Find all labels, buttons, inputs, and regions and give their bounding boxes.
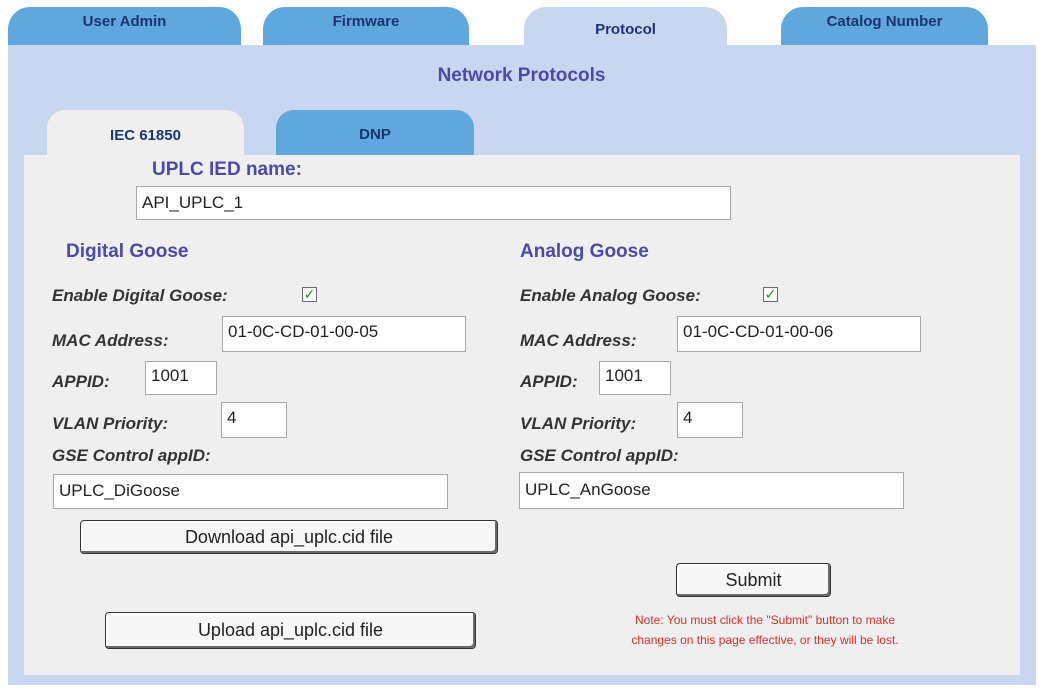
digital-mac-input[interactable]: 01-0C-CD-01-00-05 [222,316,466,352]
enable-analog-goose-checkbox[interactable]: ✓ [763,287,778,302]
tab-user-admin[interactable]: User Admin [8,7,241,45]
ied-name-input[interactable]: API_UPLC_1 [136,186,731,220]
digital-gse-input[interactable]: UPLC_DiGoose [53,474,448,509]
submit-button[interactable]: Submit [676,563,831,597]
analog-mac-label: MAC Address: [520,331,637,350]
analog-gse-input[interactable]: UPLC_AnGoose [519,472,904,509]
submit-note-line-1: Note: You must click the "Submit" button… [635,613,895,627]
tab-catalog-number[interactable]: Catalog Number [781,7,988,45]
digital-vlan-input[interactable]: 4 [221,402,287,438]
tab-firmware[interactable]: Firmware [263,7,469,45]
analog-appid-input[interactable]: 1001 [599,361,671,395]
section-title: Network Protocols [437,65,606,86]
download-cid-button[interactable]: Download api_uplc.cid file [80,520,498,554]
analog-goose-heading: Analog Goose [520,241,649,262]
digital-gse-label: GSE Control appID: [52,446,211,465]
enable-digital-goose-label: Enable Digital Goose: [52,286,228,305]
subtab-dnp[interactable]: DNP [276,110,474,155]
analog-vlan-input[interactable]: 4 [677,402,743,438]
enable-digital-goose-checkbox[interactable]: ✓ [302,287,317,302]
tab-protocol[interactable]: Protocol [524,7,727,52]
analog-mac-input[interactable]: 01-0C-CD-01-00-06 [677,316,921,352]
upload-cid-button[interactable]: Upload api_uplc.cid file [105,612,476,649]
analog-vlan-label: VLAN Priority: [520,414,637,433]
submit-note: Note: You must click the "Submit" button… [540,610,990,650]
digital-appid-input[interactable]: 1001 [145,361,217,395]
digital-mac-label: MAC Address: [52,331,169,350]
enable-analog-goose-label: Enable Analog Goose: [520,286,701,305]
ied-name-label: UPLC IED name: [152,159,302,180]
analog-gse-label: GSE Control appID: [520,446,679,465]
submit-note-line-2: changes on this page effective, or they … [631,633,899,647]
digital-goose-heading: Digital Goose [66,241,189,262]
digital-vlan-label: VLAN Priority: [52,414,169,433]
subtab-iec-61850[interactable]: IEC 61850 [47,110,244,156]
digital-appid-label: APPID: [52,372,110,391]
analog-appid-label: APPID: [520,372,578,391]
